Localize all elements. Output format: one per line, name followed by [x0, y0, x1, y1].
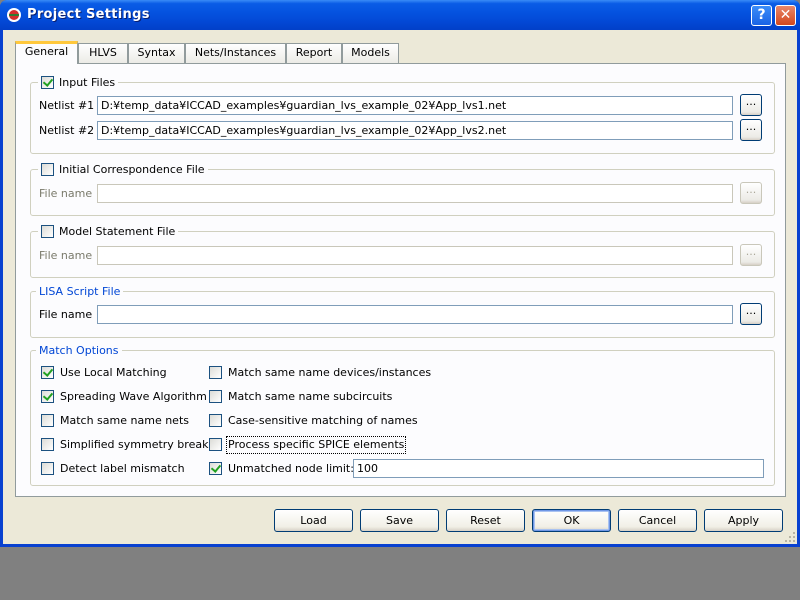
- general-tab-panel: Input Files Netlist #1 D:¥temp_data¥ICCA…: [15, 63, 786, 497]
- initial-correspondence-label: Initial Correspondence File: [59, 163, 205, 176]
- app-icon: [7, 8, 21, 22]
- process-spice-elements-checkbox[interactable]: [209, 438, 222, 451]
- ok-button[interactable]: OK: [532, 509, 611, 532]
- unmatched-node-limit-label: Unmatched node limit:: [228, 462, 354, 475]
- match-same-name-devices-label: Match same name devices/instances: [228, 366, 432, 379]
- model-statement-group: Model Statement File File name ...: [30, 224, 775, 278]
- spreading-wave-label: Spreading Wave Algorithm: [60, 390, 207, 403]
- initial-correspondence-browse-button[interactable]: ...: [740, 182, 762, 204]
- lisa-script-group: LISA Script File File name ...: [30, 284, 775, 338]
- reset-button[interactable]: Reset: [446, 509, 525, 532]
- use-local-matching-checkbox[interactable]: [41, 366, 54, 379]
- close-icon: ✕: [779, 7, 792, 23]
- initial-correspondence-legend: Initial Correspondence File: [38, 162, 208, 177]
- model-statement-file-label: File name: [39, 249, 93, 262]
- input-files-legend: Input Files: [38, 75, 119, 90]
- cancel-button[interactable]: Cancel: [618, 509, 697, 532]
- match-options-group: Match Options Use Local Matching Spreadi…: [30, 343, 775, 486]
- close-button[interactable]: ✕: [775, 5, 796, 26]
- initial-correspondence-checkbox[interactable]: [41, 163, 54, 176]
- tab-hlvs[interactable]: HLVS: [78, 43, 128, 63]
- simplified-symmetry-break-label: Simplified symmetry break: [60, 438, 209, 451]
- simplified-symmetry-break-checkbox[interactable]: [41, 438, 54, 451]
- tab-report[interactable]: Report: [286, 43, 342, 63]
- apply-button[interactable]: Apply: [704, 509, 783, 532]
- match-options-legend: Match Options: [36, 343, 122, 358]
- match-same-name-subcircuits-checkbox[interactable]: [209, 390, 222, 403]
- netlist1-field[interactable]: D:¥temp_data¥ICCAD_examples¥guardian_lvs…: [97, 96, 733, 115]
- model-statement-browse-button[interactable]: ...: [740, 244, 762, 266]
- model-statement-label: Model Statement File: [59, 225, 176, 238]
- initial-correspondence-file-field[interactable]: [97, 184, 733, 203]
- unmatched-node-limit-field[interactable]: 100: [353, 459, 764, 478]
- process-spice-elements-label: Process specific SPICE elements: [225, 436, 407, 454]
- title-bar[interactable]: Project Settings ? ✕: [0, 0, 800, 30]
- save-button[interactable]: Save: [360, 509, 439, 532]
- tab-general[interactable]: General: [15, 41, 78, 64]
- help-button[interactable]: ?: [751, 5, 772, 26]
- detect-label-mismatch-label: Detect label mismatch: [60, 462, 185, 475]
- dialog-client-area: General HLVS Syntax Nets/Instances Repor…: [3, 30, 797, 544]
- model-statement-checkbox[interactable]: [41, 225, 54, 238]
- model-statement-file-field[interactable]: [97, 246, 733, 265]
- input-files-checkbox[interactable]: [41, 76, 54, 89]
- window-title: Project Settings: [27, 7, 150, 22]
- input-files-group: Input Files Netlist #1 D:¥temp_data¥ICCA…: [30, 75, 775, 154]
- model-statement-legend: Model Statement File: [38, 224, 179, 239]
- resize-grip-icon[interactable]: [784, 531, 796, 543]
- lisa-script-legend: LISA Script File: [36, 284, 124, 299]
- match-same-name-nets-checkbox[interactable]: [41, 414, 54, 427]
- tab-syntax[interactable]: Syntax: [128, 43, 185, 63]
- lisa-script-file-label: File name: [39, 308, 93, 321]
- tab-models[interactable]: Models: [342, 43, 399, 63]
- spreading-wave-checkbox[interactable]: [41, 390, 54, 403]
- match-same-name-devices-checkbox[interactable]: [209, 366, 222, 379]
- project-settings-window: Project Settings ? ✕ General HLVS Syntax…: [0, 0, 800, 547]
- input-files-label: Input Files: [59, 76, 116, 89]
- detect-label-mismatch-checkbox[interactable]: [41, 462, 54, 475]
- netlist2-label: Netlist #2: [39, 124, 95, 137]
- unmatched-node-limit-checkbox[interactable]: [209, 462, 222, 475]
- netlist2-field[interactable]: D:¥temp_data¥ICCAD_examples¥guardian_lvs…: [97, 121, 733, 140]
- lisa-script-browse-button[interactable]: ...: [740, 303, 762, 325]
- lisa-script-file-field[interactable]: [97, 305, 733, 324]
- use-local-matching-label: Use Local Matching: [60, 366, 167, 379]
- load-button[interactable]: Load: [274, 509, 353, 532]
- match-same-name-nets-label: Match same name nets: [60, 414, 189, 427]
- netlist2-browse-button[interactable]: ...: [740, 119, 762, 141]
- netlist1-label: Netlist #1: [39, 99, 95, 112]
- case-sensitive-matching-checkbox[interactable]: [209, 414, 222, 427]
- match-same-name-subcircuits-label: Match same name subcircuits: [228, 390, 393, 403]
- question-mark-icon: ?: [757, 7, 766, 23]
- case-sensitive-matching-label: Case-sensitive matching of names: [228, 414, 418, 427]
- initial-correspondence-file-label: File name: [39, 187, 93, 200]
- tab-nets-instances[interactable]: Nets/Instances: [185, 43, 286, 63]
- netlist1-browse-button[interactable]: ...: [740, 94, 762, 116]
- initial-correspondence-group: Initial Correspondence File File name ..…: [30, 162, 775, 216]
